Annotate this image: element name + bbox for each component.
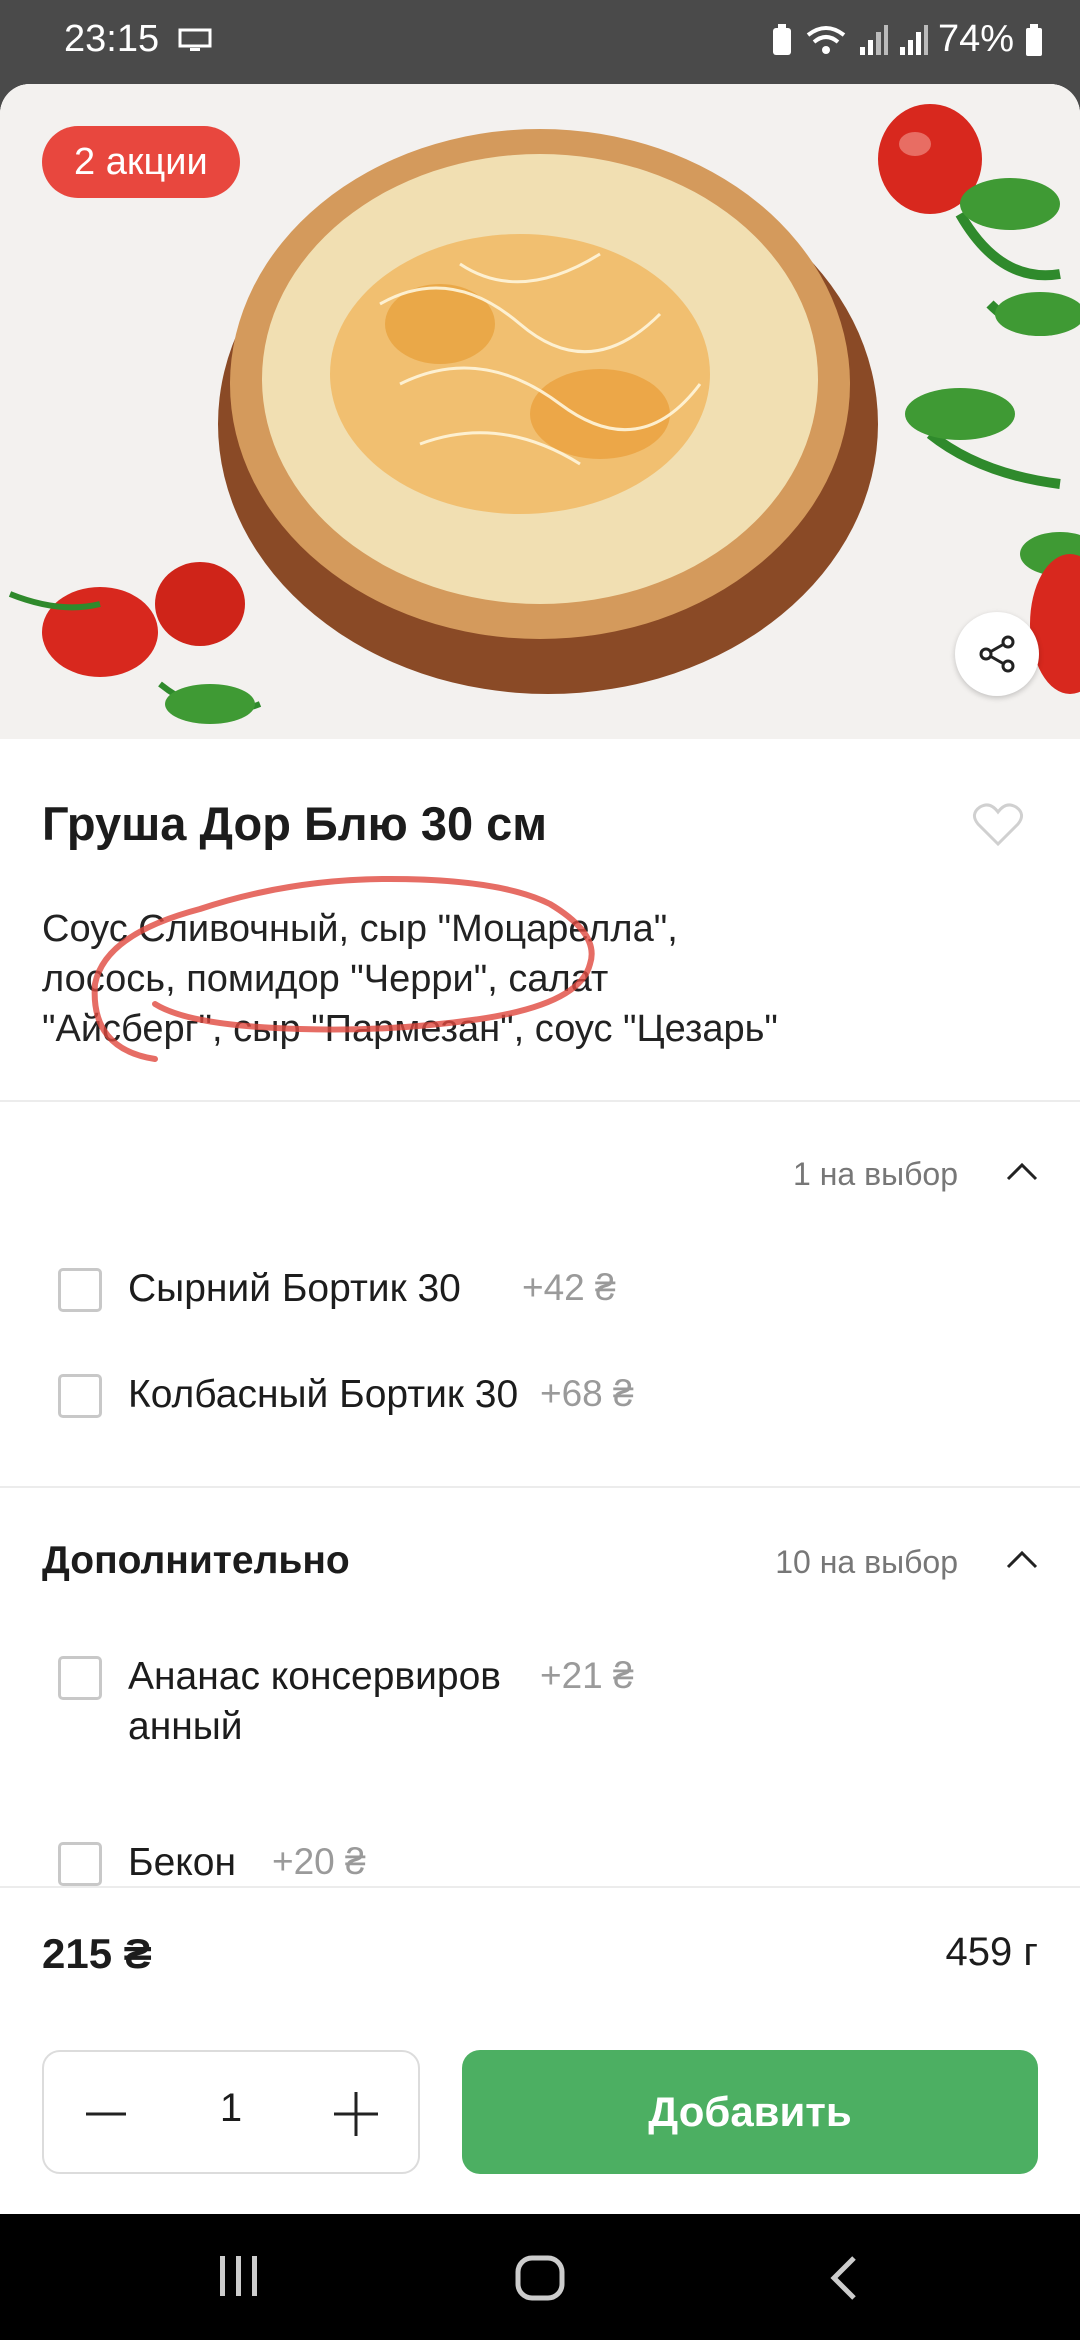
divider — [0, 1100, 1080, 1102]
crust-section-count: 1 на выбор — [793, 1156, 958, 1192]
system-nav-bar — [0, 2214, 1080, 2340]
battery-saver-icon — [772, 23, 791, 55]
order-footer: 215 ₴ 459 г 1 Добавить — [0, 1886, 1080, 2214]
share-button[interactable] — [955, 612, 1039, 696]
crust-option-label[interactable]: Колбасный Бортик 30 — [128, 1370, 528, 1420]
red-scribble-annotation — [91, 875, 595, 1062]
extras-section-title: Дополнительно — [42, 1539, 350, 1582]
extras-option-label[interactable]: Ананас консервированный — [128, 1652, 514, 1752]
chevron-up-icon[interactable] — [1006, 1162, 1038, 1182]
product-title: Груша Дор Блю 30 см — [42, 797, 548, 850]
crust-option-price: +42 ₴ — [522, 1267, 616, 1308]
screen-mirror-icon — [178, 28, 212, 51]
wifi-icon — [806, 25, 846, 54]
crust-option-checkbox[interactable] — [58, 1374, 102, 1418]
extras-section-count: 10 на выбор — [775, 1544, 958, 1580]
crust-option-price: +68 ₴ — [540, 1373, 634, 1414]
product-sheet: 2 акции Груша Дор Блю 30 см Соус Сливочн… — [0, 84, 1080, 2214]
chevron-up-icon[interactable] — [1006, 1550, 1038, 1570]
extras-option-checkbox[interactable] — [58, 1656, 102, 1700]
extras-option-price: +21 ₴ — [540, 1655, 634, 1696]
recent-apps-icon[interactable] — [216, 2254, 262, 2298]
product-image: 2 акции — [0, 84, 1080, 739]
plus-icon[interactable] — [332, 2090, 380, 2138]
extras-option-label[interactable]: Бекон — [128, 1838, 236, 1888]
favorite-heart-icon[interactable] — [972, 802, 1024, 848]
battery-icon — [1026, 23, 1042, 56]
total-price: 215 ₴ — [42, 1930, 152, 1977]
promo-badge[interactable]: 2 акции — [42, 126, 240, 198]
status-right: 74% — [770, 18, 1044, 61]
add-to-cart-button[interactable]: Добавить — [462, 2050, 1038, 2174]
battery-percent: 74% — [937, 18, 1014, 60]
product-weight: 459 г — [945, 1930, 1038, 1974]
crust-option-label[interactable]: Сырний Бортик 30 — [128, 1264, 461, 1314]
signal-icon — [859, 24, 888, 55]
status-time: 23:15 — [64, 18, 160, 60]
share-icon — [979, 635, 1015, 673]
back-icon[interactable] — [826, 2254, 860, 2302]
crust-option-checkbox[interactable] — [58, 1268, 102, 1312]
signal-icon-2 — [899, 24, 928, 55]
status-bar: 23:15 74% — [0, 0, 1080, 84]
extras-option-checkbox[interactable] — [58, 1842, 102, 1886]
home-icon[interactable] — [514, 2254, 566, 2302]
quantity-stepper: 1 — [42, 2050, 420, 2174]
extras-option-price: +20 ₴ — [272, 1841, 366, 1882]
divider — [0, 1486, 1080, 1488]
